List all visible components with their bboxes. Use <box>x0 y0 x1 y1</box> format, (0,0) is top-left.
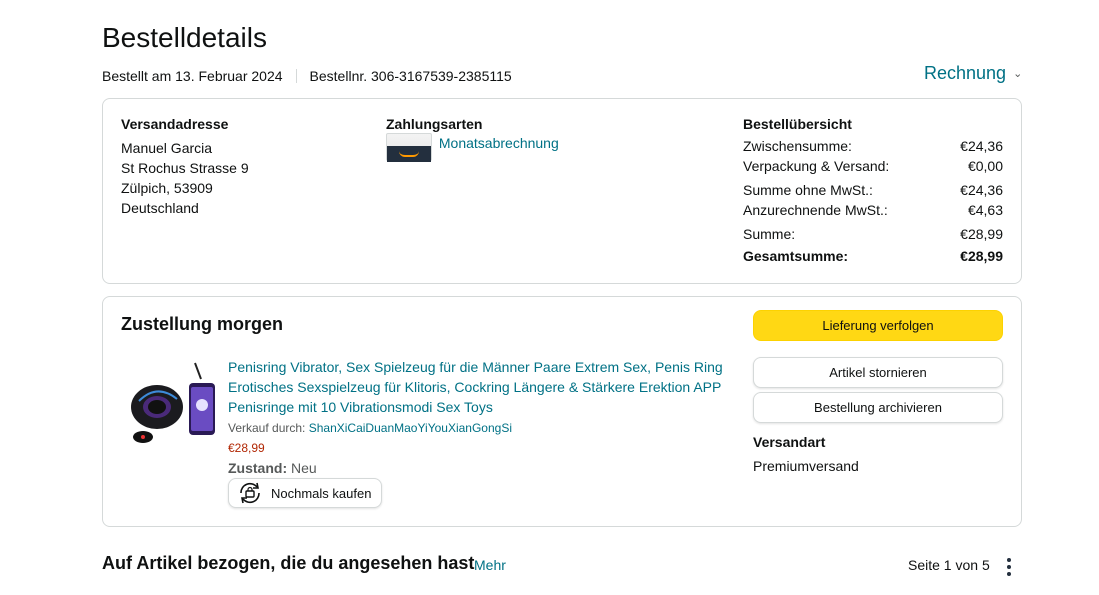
carousel-page-indicator: Seite 1 von 5 <box>908 557 990 573</box>
summary-value: €24,36 <box>960 138 1003 154</box>
product-title-link[interactable]: Penisring Vibrator, Sex Spielzeug für di… <box>228 357 738 417</box>
more-options-icon[interactable] <box>1005 558 1013 578</box>
cancel-items-button[interactable]: Artikel stornieren <box>753 357 1003 388</box>
shipping-address-section: Versandadresse Manuel Garcia St Rochus S… <box>121 116 361 218</box>
summary-total-row: Gesamtsumme: €28,99 <box>743 246 1003 266</box>
summary-total-label: Gesamtsumme: <box>743 248 849 264</box>
chevron-down-icon: ⌄ <box>1013 68 1023 80</box>
buy-again-button[interactable]: Nochmals kaufen <box>228 478 383 508</box>
order-number: Bestellnr. 306-3167539-2385115 <box>309 68 512 84</box>
summary-row: Summe: €28,99 <box>743 224 1003 244</box>
summary-label: Verpackung & Versand: <box>743 158 890 174</box>
track-package-button[interactable]: Lieferung verfolgen <box>753 310 1003 341</box>
condition-label: Zustand: <box>228 460 288 476</box>
page-title: Bestelldetails <box>102 22 267 53</box>
delivery-status-title: Zustellung morgen <box>121 314 283 334</box>
item-condition: Zustand: Neu <box>228 460 317 476</box>
buy-again-icon <box>240 482 260 504</box>
condition-value: Neu <box>291 460 317 476</box>
address-line: St Rochus Strasse 9 <box>121 160 249 176</box>
seller-prefix: Verkauf durch: <box>228 421 306 435</box>
meta-divider <box>295 69 297 83</box>
summary-row: Zwischensumme: €24,36 <box>743 136 1003 156</box>
delivery-card: Zustellung morgen Penisring Vibrator, Se… <box>102 296 1022 527</box>
shipping-address-title: Versandadresse <box>121 116 229 132</box>
buy-again-label: Nochmals kaufen <box>271 485 372 501</box>
summary-total-value: €28,99 <box>960 248 1003 264</box>
summary-label: Anzurechnende MwSt.: <box>743 202 888 218</box>
related-more-link[interactable]: Mehr <box>474 557 506 573</box>
related-items-heading: Auf Artikel bezogen, die du angesehen ha… <box>102 553 475 573</box>
order-summary-title: Bestellübersicht <box>743 116 852 132</box>
amazon-card-icon <box>386 133 432 162</box>
order-summary-section: Bestellübersicht Zwischensumme: €24,36 V… <box>743 116 1003 266</box>
summary-row: Verpackung & Versand: €0,00 <box>743 156 1003 176</box>
summary-row: Anzurechnende MwSt.: €4,63 <box>743 200 1003 220</box>
summary-value: €4,63 <box>967 202 1003 218</box>
address-line: Zülpich, 53909 <box>121 180 213 196</box>
summary-value: €24,36 <box>960 182 1003 198</box>
summary-value: €28,99 <box>960 226 1003 242</box>
shipping-method-label: Versandart <box>753 434 826 450</box>
seller-link[interactable]: ShanXiCaiDuanMaoYiYouXianGongSi <box>309 421 512 435</box>
seller-info: Verkauf durch: ShanXiCaiDuanMaoYiYouXian… <box>228 421 512 435</box>
invoice-label: Rechnung <box>924 63 1007 83</box>
payment-title: Zahlungsarten <box>386 116 483 132</box>
archive-order-button[interactable]: Bestellung archivieren <box>753 392 1003 423</box>
order-date: Bestellt am 13. Februar 2024 <box>102 68 283 84</box>
payment-method-link[interactable]: Monatsabrechnung <box>439 135 559 151</box>
shipping-method-value: Premiumversand <box>753 458 859 474</box>
order-info-card: Versandadresse Manuel Garcia St Rochus S… <box>102 98 1022 284</box>
summary-value: €0,00 <box>967 158 1003 174</box>
invoice-dropdown[interactable]: Rechnung ⌄ <box>924 63 1022 84</box>
order-meta: Bestellt am 13. Februar 2024 Bestellnr. … <box>102 68 512 84</box>
address-line: Manuel Garcia <box>121 140 213 156</box>
address-line: Deutschland <box>121 200 199 216</box>
summary-label: Summe: <box>743 226 796 242</box>
payment-section: Zahlungsarten Monatsabrechnung <box>386 116 686 162</box>
summary-label: Zwischensumme: <box>743 138 852 154</box>
item-price: €28,99 <box>228 441 265 455</box>
summary-row: Summe ohne MwSt.: €24,36 <box>743 180 1003 200</box>
summary-label: Summe ohne MwSt.: <box>743 182 873 198</box>
product-image[interactable] <box>125 361 221 449</box>
